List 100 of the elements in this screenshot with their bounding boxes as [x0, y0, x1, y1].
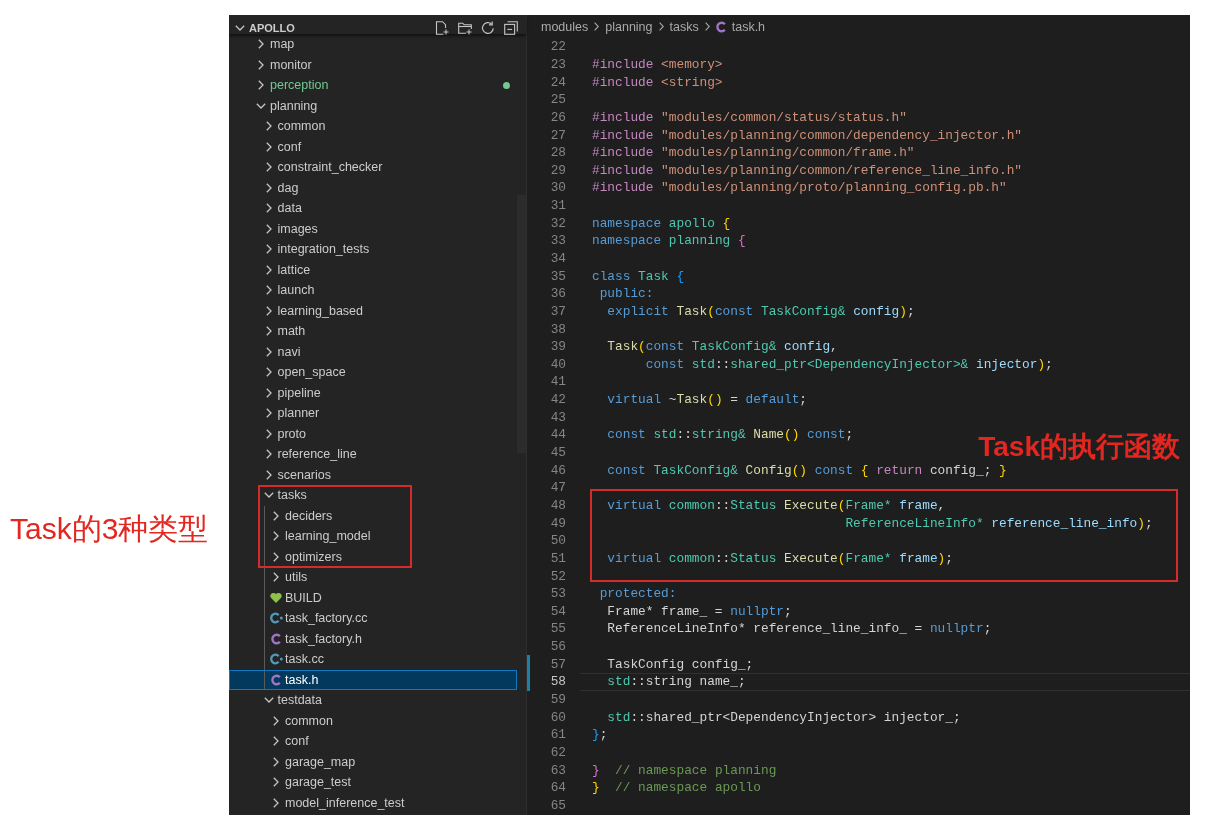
code-line: std::string name_; — [606, 674, 746, 690]
breadcrumb-item[interactable]: task.h — [731, 19, 766, 34]
code-line: } // namespace apollo — [592, 780, 761, 796]
line-number: 48 — [550, 497, 566, 513]
breadcrumb-item[interactable]: planning — [605, 19, 653, 34]
tree-item[interactable]: lattice — [229, 259, 517, 280]
code-line: ReferenceLineInfo* reference_line_info); — [844, 515, 1153, 531]
tree-item[interactable]: planner — [229, 403, 517, 424]
code-line: public: — [598, 286, 654, 302]
section-title[interactable]: APOLLO — [249, 21, 295, 34]
tree-item[interactable]: model_inference_test — [229, 792, 517, 813]
line-number: 64 — [550, 780, 566, 796]
tree-item[interactable]: planning — [229, 95, 517, 116]
line-number: 42 — [550, 392, 566, 408]
tree-item[interactable]: math — [229, 321, 517, 342]
line-number: 25 — [550, 92, 566, 108]
code-line: Frame* frame_ = nullptr; — [606, 603, 792, 619]
line-number: 43 — [550, 409, 566, 425]
tree-item[interactable]: perception — [229, 75, 517, 96]
breadcrumb-item[interactable]: tasks — [669, 19, 699, 34]
code-line: namespace apollo { — [592, 215, 731, 231]
line-number: 41 — [550, 374, 566, 390]
tree-item[interactable]: monitor — [229, 54, 517, 75]
tree-item[interactable]: conf — [229, 731, 517, 752]
tree-item[interactable]: dag — [229, 177, 517, 198]
tree-item[interactable]: pipeline — [229, 382, 517, 403]
tree-item[interactable]: navi — [229, 341, 517, 362]
line-number: 58 — [550, 674, 566, 690]
code-line: virtual common::Status Execute(Frame* frame); — [606, 550, 953, 566]
annotation-label: Task的执行函数 — [978, 433, 1180, 461]
code-line: }; — [592, 727, 608, 743]
line-number: 55 — [550, 621, 566, 637]
code-line: ReferenceLineInfo* reference_line_info_ = nullptr; — [606, 621, 992, 637]
tree-item[interactable]: map — [229, 34, 517, 55]
c-icon — [271, 673, 281, 686]
code-line: std::shared_ptr<DependencyInjector> injector_; — [606, 709, 961, 725]
code-line: virtual common::Status Execute(Frame* frame, — [606, 497, 946, 513]
code-line: } // namespace planning — [592, 762, 777, 778]
tree-item[interactable]: data — [229, 198, 517, 219]
line-number: 57 — [550, 656, 566, 672]
line-number: 29 — [550, 162, 566, 178]
code-line: virtual ~Task() = default; — [606, 392, 808, 408]
line-number: 37 — [550, 303, 566, 319]
c-dot-icon — [269, 653, 283, 666]
line-number: 51 — [550, 550, 566, 566]
code-line: #include "modules/planning/common/dependency_injector.h" — [592, 127, 1023, 143]
line-number: 54 — [550, 603, 566, 619]
code-line: const TaskConfig& Config() const { return config_; } — [606, 462, 1007, 478]
tree-item[interactable]: reference_line — [229, 444, 517, 465]
tree-item[interactable]: common — [229, 116, 517, 137]
line-number: 40 — [550, 356, 566, 372]
line-number: 53 — [550, 586, 566, 602]
tree-item[interactable]: garage_test — [229, 772, 517, 793]
line-number: 27 — [550, 127, 566, 143]
c-dot-icon — [269, 612, 283, 625]
line-number: 26 — [550, 109, 566, 125]
line-number: 30 — [550, 180, 566, 196]
tree-item[interactable]: launch — [229, 280, 517, 301]
tree-item[interactable]: task.h — [229, 669, 517, 690]
refresh-icon[interactable] — [481, 20, 495, 35]
tree-item[interactable]: garage_map — [229, 751, 517, 772]
breadcrumb-item[interactable]: modules — [541, 19, 589, 34]
c-icon — [271, 632, 281, 645]
line-number: 44 — [550, 427, 566, 443]
tree-item[interactable]: tasks — [229, 485, 517, 506]
tree-item[interactable]: conf — [229, 136, 517, 157]
tree-item[interactable]: integration_tests — [229, 239, 517, 260]
code-line: const std::shared_ptr<DependencyInjector>& injector); — [644, 356, 1053, 372]
line-number: 60 — [550, 709, 566, 725]
new-file-icon[interactable] — [435, 20, 449, 35]
new-folder-icon[interactable] — [458, 20, 472, 35]
tree-item[interactable]: common — [229, 710, 517, 731]
tree-item[interactable]: learning_based — [229, 300, 517, 321]
line-number: 36 — [550, 286, 566, 302]
code-line: const std::string& Name() const; — [606, 427, 854, 443]
code-line: #include "modules/common/status/status.h" — [592, 109, 907, 125]
collapse-icon[interactable] — [504, 20, 518, 35]
line-number: 31 — [550, 198, 566, 214]
line-number: 65 — [550, 797, 566, 813]
code-line: #include "modules/planning/common/frame.h" — [592, 145, 915, 161]
tree-item[interactable]: proto — [229, 423, 517, 444]
tree-item[interactable]: testdata — [229, 690, 517, 711]
tree-item[interactable]: constraint_checker — [229, 157, 517, 178]
line-number: 22 — [550, 39, 566, 55]
line-number: 47 — [550, 480, 566, 496]
tree-item[interactable]: scenarios — [229, 464, 517, 485]
line-number: 61 — [550, 727, 566, 743]
line-number: 28 — [550, 145, 566, 161]
code-line: namespace planning { — [592, 233, 746, 249]
line-number: 50 — [550, 533, 566, 549]
tree-item[interactable]: open_space — [229, 362, 517, 383]
line-number: 56 — [550, 639, 566, 655]
line-number: 63 — [550, 762, 566, 778]
line-number: 23 — [550, 56, 566, 72]
code-line: #include "modules/planning/common/reference_line_info.h" — [592, 162, 1023, 178]
tree-item[interactable]: images — [229, 218, 517, 239]
chevron-icon — [594, 22, 600, 31]
line-number: 24 — [550, 74, 566, 90]
code-line: #include "modules/planning/proto/planning_config.pb.h" — [592, 180, 1007, 196]
line-number: 34 — [550, 251, 566, 266]
